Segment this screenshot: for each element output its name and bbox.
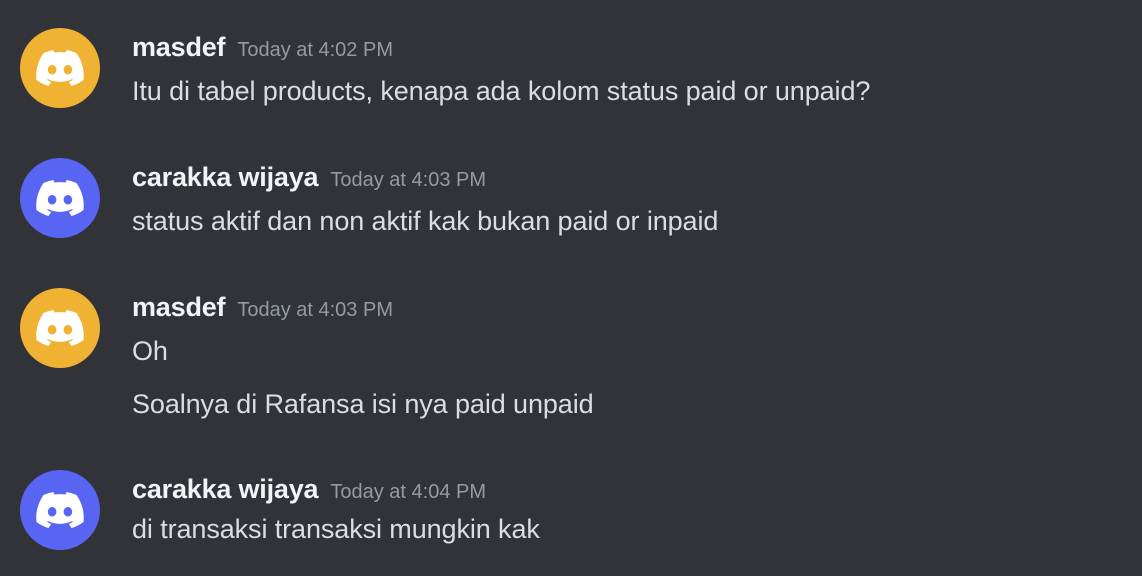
chat-message-list: masdef Today at 4:02 PM Itu di tabel prod…	[0, 0, 1142, 576]
timestamp[interactable]: Today at 4:03 PM	[237, 299, 393, 321]
message-header: carakka wijaya Today at 4:03 PM	[132, 162, 486, 193]
username[interactable]: carakka wijaya	[132, 162, 319, 192]
message-header: masdef Today at 4:02 PM	[132, 32, 393, 63]
discord-logo-icon	[36, 50, 84, 86]
avatar[interactable]	[20, 288, 100, 368]
message-text: status aktif dan non aktif kak bukan pai…	[132, 206, 719, 236]
username[interactable]: masdef	[132, 292, 226, 322]
timestamp[interactable]: Today at 4:03 PM	[330, 169, 486, 191]
avatar[interactable]	[20, 158, 100, 238]
message-text: Itu di tabel products, kenapa ada kolom …	[132, 76, 871, 106]
avatar[interactable]	[20, 470, 100, 550]
timestamp[interactable]: Today at 4:02 PM	[237, 39, 393, 61]
avatar[interactable]	[20, 28, 100, 108]
timestamp[interactable]: Today at 4:04 PM	[330, 481, 486, 503]
message-header: masdef Today at 4:03 PM	[132, 292, 393, 323]
username[interactable]: masdef	[132, 32, 226, 62]
message-header: carakka wijaya Today at 4:04 PM	[132, 474, 486, 505]
message-text: Soalnya di Rafansa isi nya paid unpaid	[132, 389, 594, 419]
message-text: di transaksi transaksi mungkin kak	[132, 514, 540, 544]
discord-logo-icon	[36, 180, 84, 216]
discord-logo-icon	[36, 492, 84, 528]
message-text: Oh	[132, 336, 168, 366]
username[interactable]: carakka wijaya	[132, 474, 319, 504]
discord-logo-icon	[36, 310, 84, 346]
